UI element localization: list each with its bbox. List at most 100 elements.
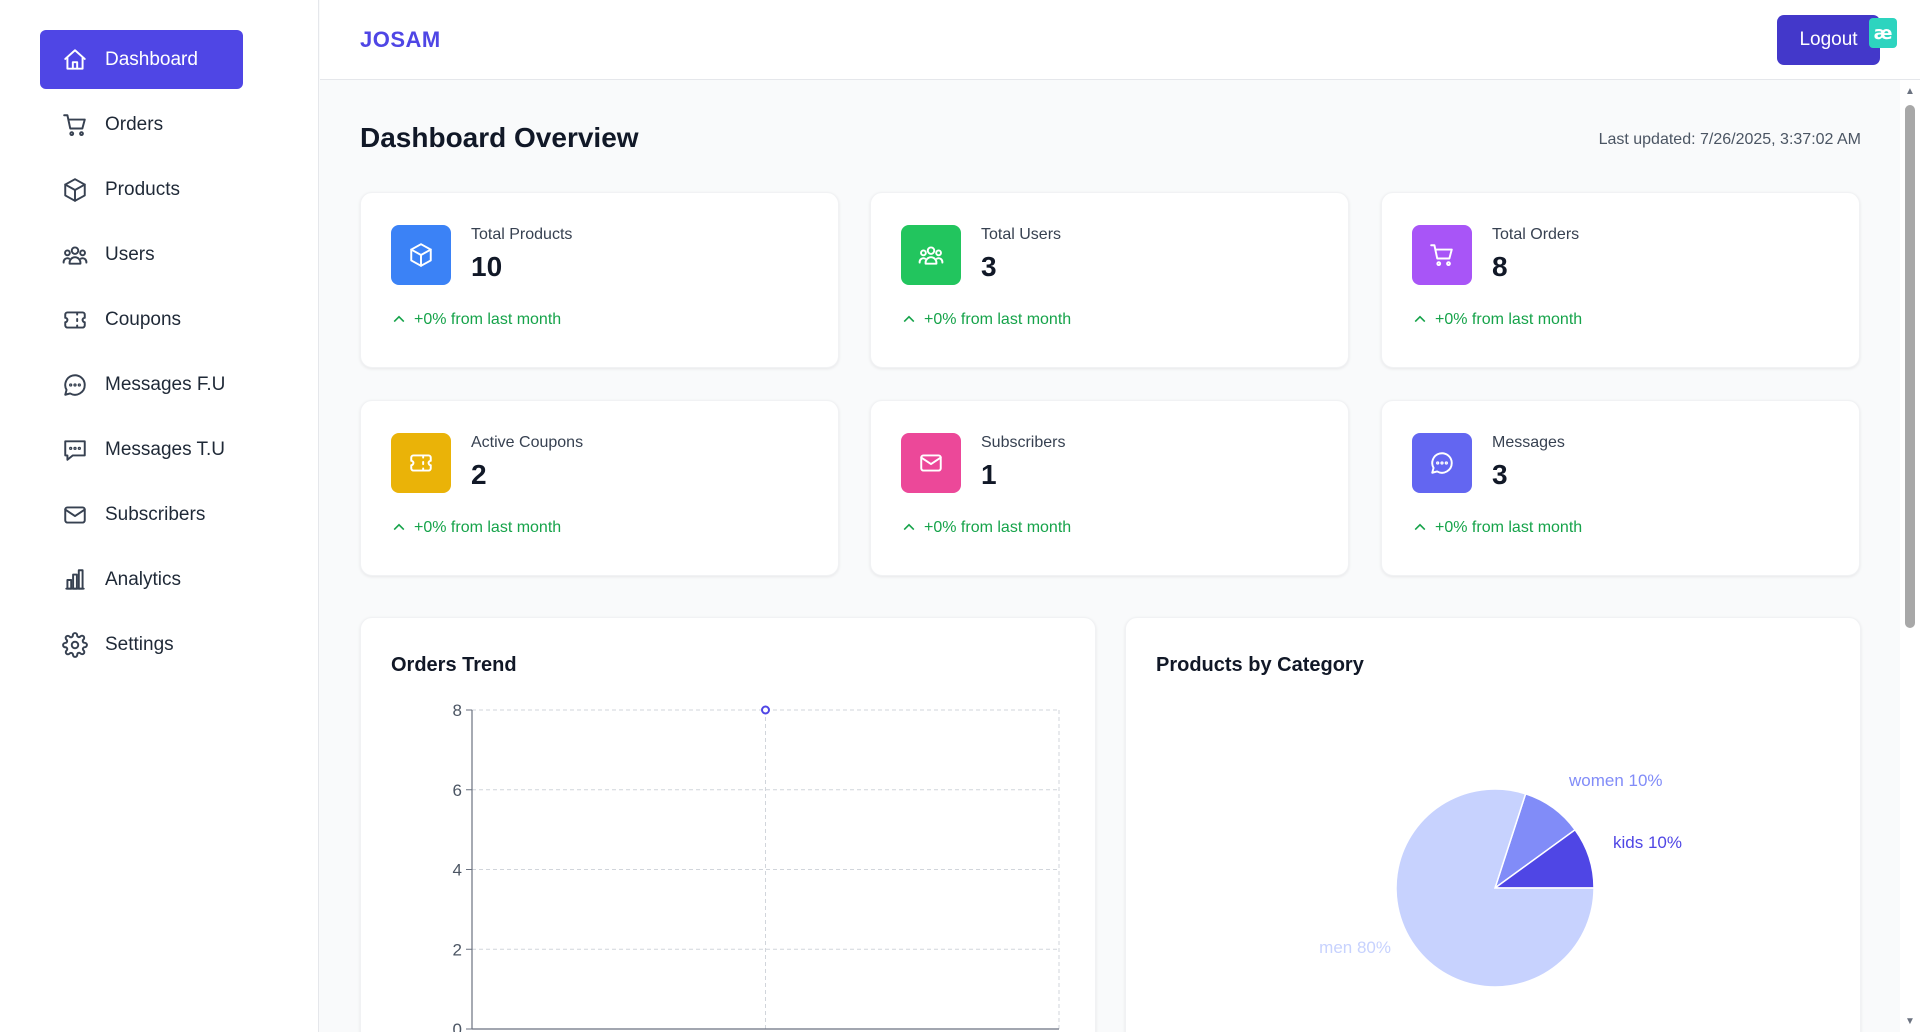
sidebar-item-users[interactable]: Users <box>40 225 243 284</box>
sidebar-item-dashboard[interactable]: Dashboard <box>40 30 243 89</box>
trend-up-icon <box>1414 523 1426 531</box>
stat-label: Subscribers <box>981 434 1066 451</box>
stat-value: 8 <box>1492 251 1508 282</box>
y-tick-label: 4 <box>453 861 462 880</box>
sidebar-item-messages-f-u[interactable]: Messages F.U <box>40 355 243 414</box>
stat-trend-text: +0% from last month <box>924 311 1072 328</box>
sidebar-item-label: Orders <box>105 113 164 135</box>
home-icon <box>61 46 89 74</box>
stat-card-messages: Messages 3 +0% from last month <box>1381 400 1860 576</box>
stat-tile <box>1412 225 1472 285</box>
stat-trend: +0% from last month <box>391 519 561 537</box>
scrollbar-thumb[interactable] <box>1905 105 1915 628</box>
scroll-down-arrow-icon[interactable]: ▼ <box>1903 1016 1917 1028</box>
sidebar-item-label: Settings <box>105 633 174 655</box>
trend-up-icon <box>393 315 405 323</box>
stat-card-total-orders: Total Orders 8 +0% from last month <box>1381 192 1860 368</box>
stat-trend: +0% from last month <box>901 519 1071 537</box>
stat-label: Messages <box>1492 434 1565 451</box>
stat-tile <box>901 225 961 285</box>
stat-trend-text: +0% from last month <box>1435 519 1583 536</box>
cart-icon <box>61 111 89 139</box>
stat-trend: +0% from last month <box>901 311 1071 329</box>
trend-up-icon <box>1414 315 1426 323</box>
stat-value: 3 <box>1492 459 1508 490</box>
stat-trend: +0% from last month <box>1412 311 1582 329</box>
trend-up-icon <box>393 523 405 531</box>
stat-trend-text: +0% from last month <box>414 311 562 328</box>
message-circle-icon <box>1431 452 1453 474</box>
stat-tile <box>1412 433 1472 493</box>
stat-trend: +0% from last month <box>391 311 561 329</box>
stat-card-total-products: Total Products 10 +0% from last month <box>360 192 839 368</box>
y-tick-label: 0 <box>453 1020 462 1032</box>
logout-button[interactable]: Logout <box>1777 15 1880 65</box>
stat-tile <box>901 433 961 493</box>
products-category-panel: Products by Category women 10% kids 10% me… <box>1125 617 1861 1032</box>
y-tick-label: 8 <box>453 701 462 720</box>
users-icon <box>61 241 89 269</box>
trend-up-icon <box>903 315 915 323</box>
stat-value: 10 <box>471 251 503 282</box>
stat-card-subscribers: Subscribers 1 +0% from last month <box>870 400 1349 576</box>
pie-label-women: women 10% <box>1568 771 1663 790</box>
message-square-icon <box>61 436 89 464</box>
sidebar-item-orders[interactable]: Orders <box>40 95 243 154</box>
bar-chart-icon <box>61 566 89 594</box>
box-icon <box>410 243 432 267</box>
sidebar-item-analytics[interactable]: Analytics <box>40 550 243 609</box>
trend-up-icon <box>903 523 915 531</box>
sidebar-item-products[interactable]: Products <box>40 160 243 219</box>
orders-trend-panel: Orders Trend 02468 <box>360 617 1096 1032</box>
y-tick-label: 2 <box>453 940 462 959</box>
stat-value: 3 <box>981 251 997 282</box>
pie-label-kids: kids 10% <box>1613 833 1682 852</box>
stat-label: Total Orders <box>1492 226 1580 243</box>
data-point <box>761 705 770 715</box>
sidebar-item-label: Messages T.U <box>105 438 226 460</box>
stat-card-total-users: Total Users 3 +0% from last month <box>870 192 1349 368</box>
stat-trend-text: +0% from last month <box>1435 311 1583 328</box>
sidebar-item-label: Users <box>105 243 155 265</box>
stat-trend-text: +0% from last month <box>924 519 1072 536</box>
top-header: JOSAM Logout æ <box>320 0 1920 80</box>
sidebar-item-label: Coupons <box>105 308 182 330</box>
sidebar-item-label: Analytics <box>105 568 182 590</box>
stat-tile <box>391 433 451 493</box>
sidebar-item-settings[interactable]: Settings <box>40 615 243 674</box>
stat-card-active-coupons: Active Coupons 2 +0% from last month <box>360 400 839 576</box>
message-circle-icon <box>61 371 89 399</box>
stat-label: Active Coupons <box>471 434 584 451</box>
sidebar-item-label: Products <box>105 178 180 200</box>
stat-value: 1 <box>981 459 997 490</box>
pie-label-men: men 80% <box>1319 938 1391 957</box>
last-updated-text: Last updated: 7/26/2025, 3:37:02 AM <box>1598 131 1861 148</box>
stat-trend: +0% from last month <box>1412 519 1582 537</box>
stat-label: Total Products <box>471 226 573 243</box>
scroll-up-arrow-icon[interactable]: ▲ <box>1903 86 1917 98</box>
extension-badge-icon[interactable]: æ <box>1869 18 1897 48</box>
mail-icon <box>920 454 942 472</box>
mail-icon <box>61 501 89 529</box>
users-icon <box>918 246 944 265</box>
sidebar-item-coupons[interactable]: Coupons <box>40 290 243 349</box>
orders-trend-chart: 0 2 4 6 8 <box>453 701 1060 1032</box>
sidebar-item-label: Subscribers <box>105 503 206 525</box>
sidebar-item-label: Messages F.U <box>105 373 226 395</box>
box-icon <box>61 176 89 204</box>
sidebar: Dashboard Orders Products Users Coupons Messa… <box>0 0 319 1032</box>
stat-trend-text: +0% from last month <box>414 519 562 536</box>
ticket-icon <box>410 454 432 472</box>
page-title: Dashboard Overview <box>360 122 639 153</box>
sidebar-item-label: Dashboard <box>105 48 198 70</box>
sidebar-item-messages-t-u[interactable]: Messages T.U <box>40 420 243 479</box>
ticket-icon <box>61 306 89 334</box>
products-category-chart: women 10% kids 10% men 80% <box>1319 771 1682 988</box>
gear-icon <box>61 631 89 659</box>
cart-icon <box>1430 244 1453 267</box>
stat-tile <box>391 225 451 285</box>
sidebar-item-subscribers[interactable]: Subscribers <box>40 485 243 544</box>
stat-label: Total Users <box>981 226 1062 243</box>
brand-logo[interactable]: JOSAM <box>360 27 441 53</box>
y-tick-label: 6 <box>453 781 462 800</box>
